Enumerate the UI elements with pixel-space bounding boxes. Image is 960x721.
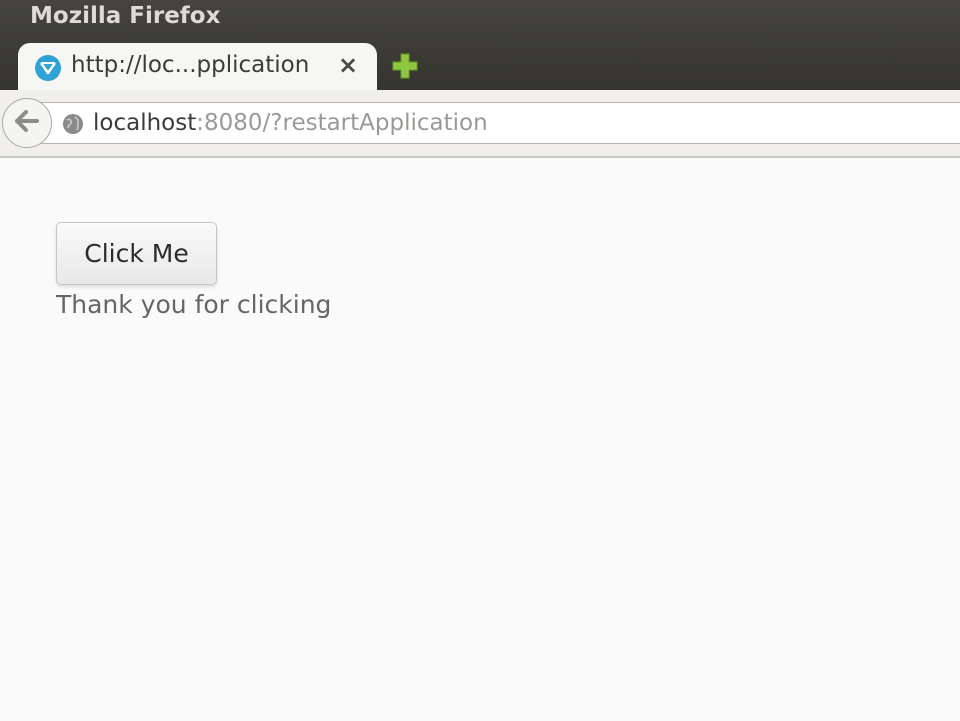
plus-icon[interactable] <box>391 52 419 80</box>
thank-you-label: Thank you for clicking <box>56 290 332 319</box>
window-titlebar: Mozilla Firefox http://loc...pplication … <box>0 0 960 93</box>
navigation-toolbar: localhost:8080/?restartApplication <box>0 90 960 158</box>
window-title: Mozilla Firefox <box>30 3 221 29</box>
click-me-button[interactable]: Click Me <box>56 222 217 285</box>
url-path: :8080/?restartApplication <box>196 110 488 136</box>
globe-icon <box>62 113 84 135</box>
url-text: localhost:8080/?restartApplication <box>93 109 488 137</box>
page-content: Click Me Thank you for clicking <box>0 158 960 721</box>
tab-title: http://loc...pplication <box>71 52 310 78</box>
url-bar[interactable]: localhost:8080/?restartApplication <box>30 102 960 144</box>
back-button[interactable] <box>2 98 52 148</box>
vaadin-logo-icon <box>35 55 61 81</box>
back-arrow-icon <box>14 109 40 137</box>
url-host: localhost <box>93 110 197 136</box>
tab-active[interactable]: http://loc...pplication × <box>18 43 377 93</box>
close-icon[interactable]: × <box>338 50 358 80</box>
